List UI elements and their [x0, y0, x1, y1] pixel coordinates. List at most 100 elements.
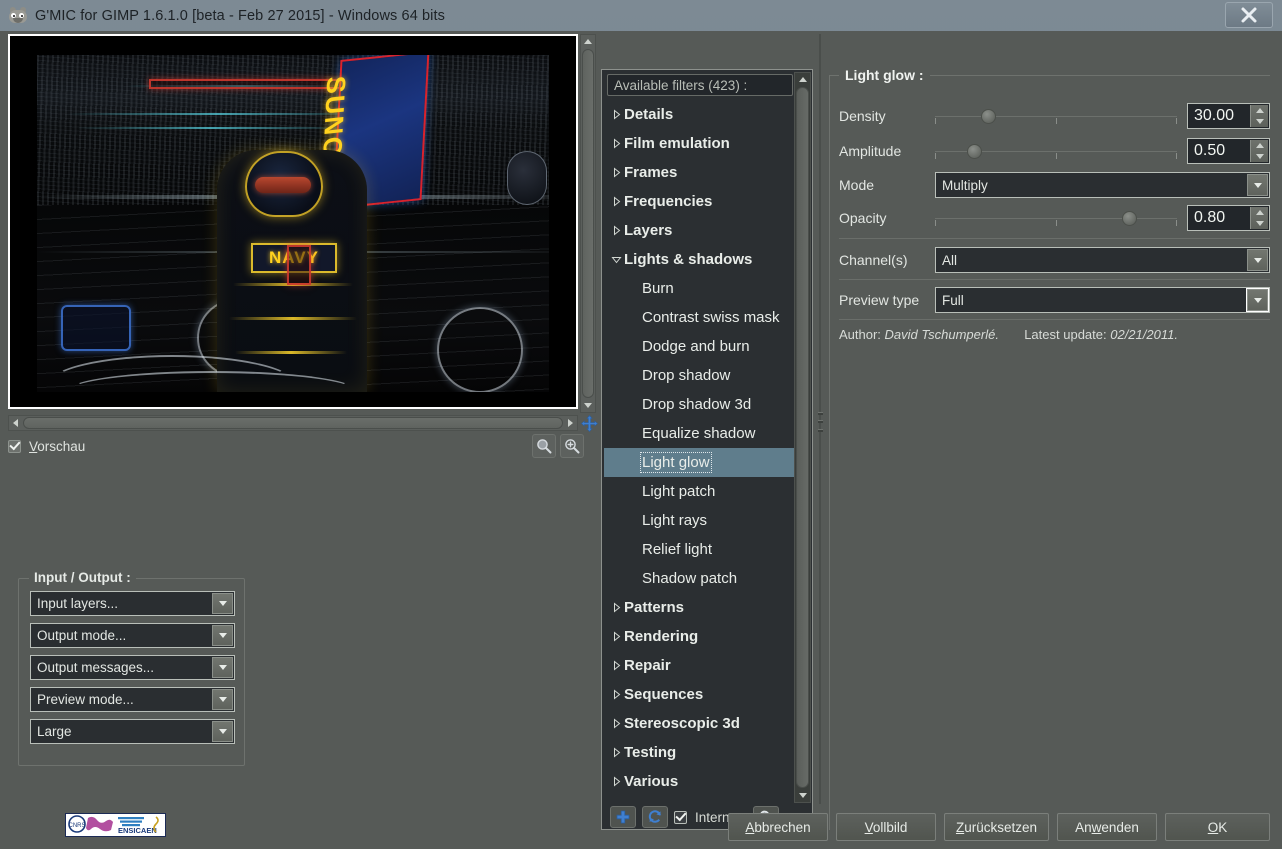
- chevron-right-icon[interactable]: [608, 109, 624, 120]
- filter-item-light-rays[interactable]: Light rays: [604, 506, 794, 535]
- filter-item-drop-shadow-3d[interactable]: Drop shadow 3d: [604, 390, 794, 419]
- filter-item-drop-shadow[interactable]: Drop shadow: [604, 361, 794, 390]
- scroll-thumb[interactable]: [796, 87, 809, 788]
- chevron-right-icon[interactable]: [608, 718, 624, 729]
- opacity-slider[interactable]: [935, 207, 1177, 229]
- chevron-down-icon[interactable]: [1247, 174, 1268, 196]
- preview-image[interactable]: SUNOCO NAVY: [37, 55, 549, 392]
- chevron-down-icon[interactable]: [212, 593, 233, 614]
- filter-item-stereoscopic-3d[interactable]: Stereoscopic 3d: [604, 709, 794, 738]
- filter-item-shadow-patch[interactable]: Shadow patch: [604, 564, 794, 593]
- chevron-right-icon[interactable]: [608, 660, 624, 671]
- chevron-right-icon[interactable]: [608, 776, 624, 787]
- preview-checkbox[interactable]: [8, 440, 21, 453]
- spinner-down-icon[interactable]: [1256, 154, 1264, 159]
- filter-item-repair[interactable]: Repair: [604, 651, 794, 680]
- filter-item-rendering[interactable]: Rendering: [604, 622, 794, 651]
- chevron-right-icon[interactable]: [608, 225, 624, 236]
- chevron-right-icon[interactable]: [608, 167, 624, 178]
- filter-item-frames[interactable]: Frames: [604, 158, 794, 187]
- chevron-down-icon[interactable]: [212, 625, 233, 646]
- scroll-right-icon[interactable]: [564, 419, 577, 427]
- search-input[interactable]: Available filters (423) :: [607, 74, 793, 96]
- preview-type-combo[interactable]: Full: [935, 287, 1270, 313]
- filter-item-light-glow[interactable]: Light glow: [604, 448, 794, 477]
- scroll-up-icon[interactable]: [799, 73, 807, 86]
- ok-button[interactable]: OK: [1165, 813, 1270, 841]
- close-icon[interactable]: [1225, 2, 1273, 28]
- output-mode-combo[interactable]: Output mode...: [30, 623, 235, 648]
- filter-item-various[interactable]: Various: [604, 767, 794, 796]
- input-layers-combo[interactable]: Input layers...: [30, 591, 235, 616]
- preview-size-combo[interactable]: Large: [30, 719, 235, 744]
- spinner-up-icon[interactable]: [1256, 108, 1264, 113]
- preview-mode-combo[interactable]: Preview mode...: [30, 687, 235, 712]
- chevron-down-icon[interactable]: [212, 657, 233, 678]
- filter-item-film-emulation[interactable]: Film emulation: [604, 129, 794, 158]
- preview-horizontal-scrollbar[interactable]: [8, 415, 578, 431]
- fullscreen-button[interactable]: Vollbild: [836, 813, 936, 841]
- chevron-down-icon[interactable]: [608, 254, 624, 265]
- magnifier-plus-icon[interactable]: [560, 434, 584, 458]
- reset-button[interactable]: Zurücksetzen: [944, 813, 1049, 841]
- chevron-right-icon[interactable]: [608, 602, 624, 613]
- filter-item-details[interactable]: Details: [604, 100, 794, 129]
- splitter-grip[interactable]: [817, 409, 823, 435]
- chevron-right-icon[interactable]: [608, 138, 624, 149]
- apply-button[interactable]: Anwenden: [1057, 813, 1157, 841]
- filter-item-sequences[interactable]: Sequences: [604, 680, 794, 709]
- filter-item-lights-shadows[interactable]: Lights & shadows: [604, 245, 794, 274]
- cancel-button[interactable]: Abbrechen: [728, 813, 828, 841]
- filter-item-testing[interactable]: Testing: [604, 738, 794, 767]
- scroll-up-icon[interactable]: [584, 35, 592, 48]
- scroll-left-icon[interactable]: [9, 419, 22, 427]
- update-prefix: Latest update:: [1024, 327, 1106, 342]
- mode-combo[interactable]: Multiply: [935, 172, 1270, 198]
- filter-item-relief-light[interactable]: Relief light: [604, 535, 794, 564]
- density-spinner[interactable]: 30.00: [1187, 103, 1270, 129]
- filter-item-frequencies[interactable]: Frequencies: [604, 187, 794, 216]
- preview-checkbox-label[interactable]: Vorschau: [29, 439, 85, 454]
- filter-item-equalize-shadow[interactable]: Equalize shadow: [604, 419, 794, 448]
- channels-combo[interactable]: All: [935, 247, 1270, 273]
- spinner-down-icon[interactable]: [1256, 119, 1264, 124]
- chevron-right-icon[interactable]: [608, 196, 624, 207]
- chevron-down-icon[interactable]: [1247, 249, 1268, 271]
- spinner-arrows[interactable]: [1250, 207, 1268, 229]
- filter-item-dodge-and-burn[interactable]: Dodge and burn: [604, 332, 794, 361]
- preview-image-frame[interactable]: SUNOCO NAVY: [8, 34, 578, 409]
- spinner-up-icon[interactable]: [1256, 210, 1264, 215]
- filter-item-burn[interactable]: Burn: [604, 274, 794, 303]
- spinner-arrows[interactable]: [1250, 140, 1268, 162]
- filter-item-patterns[interactable]: Patterns: [604, 593, 794, 622]
- chevron-right-icon[interactable]: [608, 689, 624, 700]
- chevron-down-icon[interactable]: [212, 689, 233, 710]
- spinner-up-icon[interactable]: [1256, 143, 1264, 148]
- filter-item-light-patch[interactable]: Light patch: [604, 477, 794, 506]
- density-slider[interactable]: [935, 105, 1177, 127]
- chevron-down-icon[interactable]: [1247, 289, 1268, 311]
- scroll-down-icon[interactable]: [799, 789, 807, 802]
- amplitude-spinner[interactable]: 0.50: [1187, 138, 1270, 164]
- author-name: David Tschumperlé.: [885, 327, 999, 342]
- filter-item-layers[interactable]: Layers: [604, 216, 794, 245]
- pane-splitter[interactable]: [815, 34, 825, 804]
- scroll-thumb[interactable]: [582, 49, 594, 398]
- scroll-down-icon[interactable]: [584, 399, 592, 412]
- filter-tree[interactable]: DetailsFilm emulationFramesFrequenciesLa…: [604, 100, 794, 803]
- move-handle-icon[interactable]: [579, 414, 599, 432]
- opacity-spinner[interactable]: 0.80: [1187, 205, 1270, 231]
- search-placeholder: Available filters (423) :: [608, 78, 747, 93]
- chevron-right-icon[interactable]: [608, 747, 624, 758]
- filter-item-contrast-swiss-mask[interactable]: Contrast swiss mask: [604, 303, 794, 332]
- amplitude-slider[interactable]: [935, 140, 1177, 162]
- magnifier-minus-icon[interactable]: [532, 434, 556, 458]
- output-messages-combo[interactable]: Output messages...: [30, 655, 235, 680]
- spinner-down-icon[interactable]: [1256, 221, 1264, 226]
- preview-vertical-scrollbar[interactable]: [580, 34, 596, 413]
- chevron-right-icon[interactable]: [608, 631, 624, 642]
- chevron-down-icon[interactable]: [212, 721, 233, 742]
- filter-list-scrollbar[interactable]: [794, 72, 811, 803]
- scroll-thumb-h[interactable]: [23, 417, 563, 429]
- spinner-arrows[interactable]: [1250, 105, 1268, 127]
